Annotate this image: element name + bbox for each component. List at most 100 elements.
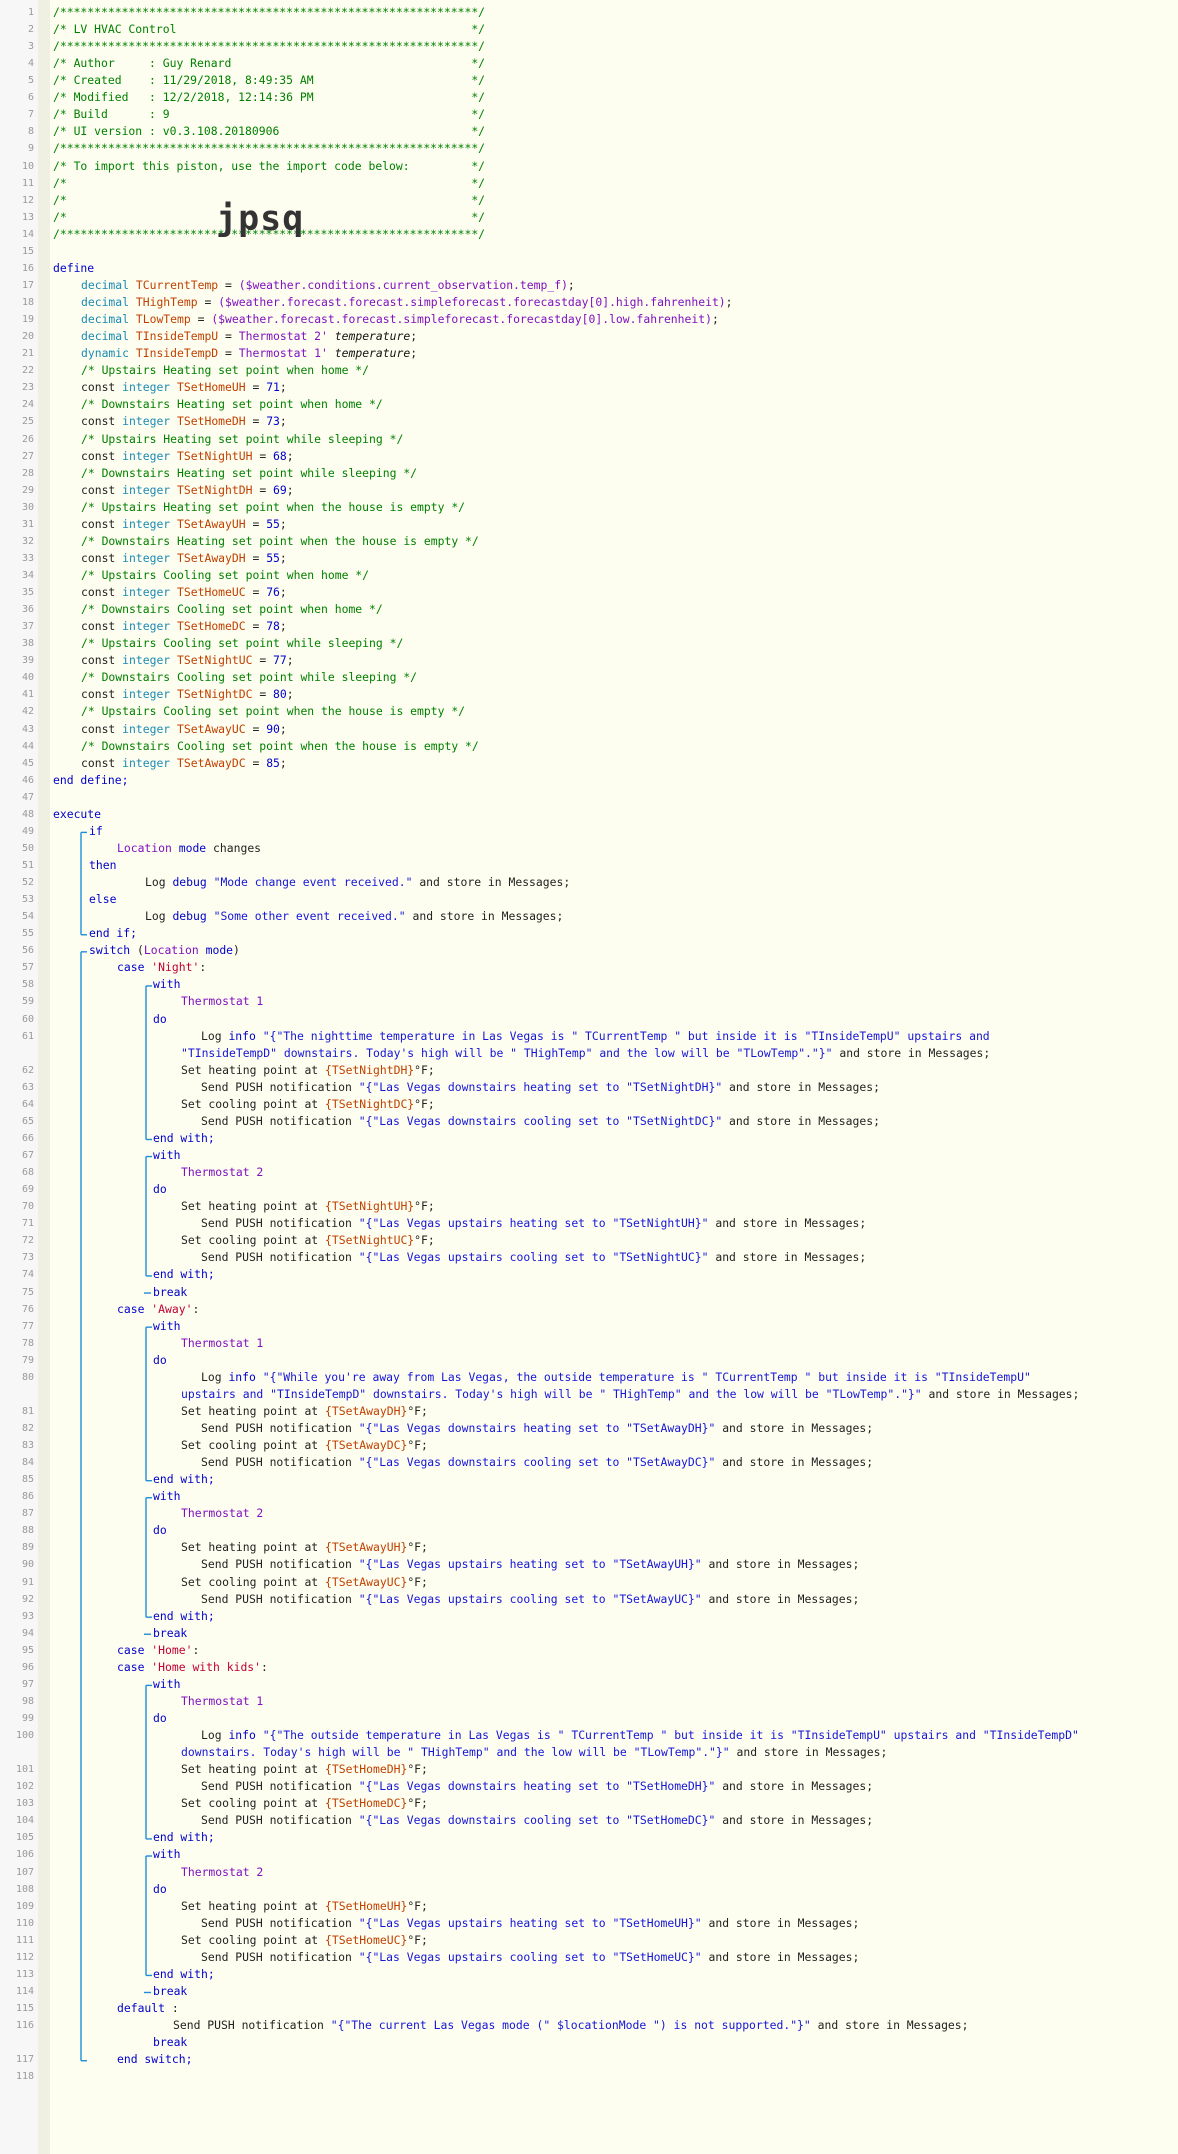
token: = — [252, 653, 274, 668]
line-number: 57 — [21, 962, 34, 974]
code-text: Thermostat 1 — [181, 1336, 263, 1350]
token: TSetNightDC — [177, 687, 253, 702]
token: Set cooling point at — [181, 1233, 326, 1248]
line-number: 87 — [21, 1508, 34, 1520]
line-number: 52 — [21, 877, 34, 889]
code-line: 1 /**************************************… — [0, 5, 1178, 22]
token: temperature — [327, 346, 411, 361]
code-line: 76 case 'Away': — [0, 1302, 1178, 1319]
token: ; — [567, 277, 575, 292]
token: integer — [122, 653, 178, 668]
token: "{"Las Vegas upstairs heating set to "TS… — [358, 1216, 709, 1231]
token: Send PUSH notification — [201, 1915, 359, 1930]
token: info — [228, 1728, 256, 1743]
token: 80 — [273, 687, 287, 702]
token: const — [81, 653, 123, 668]
code-line: 6 /* Modified : 12/2/2018, 12:14:36 PM */ — [0, 90, 1178, 107]
code-line: 72 Set cooling point at {TSetNightUC}°F; — [0, 1233, 1178, 1250]
token: {TSetHomeDH} — [325, 1762, 408, 1777]
import-code-text[interactable]: jpsq — [216, 199, 304, 239]
token: ; — [279, 585, 287, 600]
token: 'Away' — [151, 1301, 193, 1316]
code-text: case 'Home': — [117, 1643, 199, 1657]
code-line: 48 execute — [0, 807, 1178, 824]
line-number: 5 — [27, 75, 34, 87]
token: const — [81, 687, 123, 702]
code-line: 115 default : — [0, 2001, 1178, 2018]
code-text: Set heating point at {TSetAwayDH}°F; — [181, 1404, 428, 1418]
token: = — [218, 277, 239, 292]
token: °F; — [407, 1796, 428, 1811]
token: integer — [122, 448, 178, 463]
line-number: 110 — [15, 1917, 34, 1929]
token: Thermostat 1 — [181, 1335, 264, 1350]
token: break — [153, 1983, 188, 1998]
token: dynamic — [81, 346, 136, 361]
code-text: const integer TSetNightDC = 80; — [81, 687, 294, 701]
token: do — [153, 1711, 167, 1725]
line-number: 21 — [21, 348, 34, 360]
code-text: with — [153, 1489, 180, 1503]
code-line: 8 /* UI version : v0.3.108.20180906 */ — [0, 124, 1178, 141]
token: and store in Messages; — [405, 909, 564, 924]
code-line: break — [0, 2035, 1178, 2052]
code-line: 39 const integer TSetNightUC = 77; — [0, 653, 1178, 670]
line-number: 24 — [21, 399, 34, 411]
code-line: 91 Set cooling point at {TSetAwayUC}°F; — [0, 1575, 1178, 1592]
code-line: 97 with — [0, 1677, 1178, 1694]
token: = — [252, 482, 274, 497]
line-number: 35 — [21, 587, 34, 599]
line-number: 13 — [21, 211, 34, 223]
token: = — [197, 295, 219, 310]
line-number: 69 — [21, 1184, 34, 1196]
line-number: 79 — [21, 1354, 34, 1366]
line-number: 74 — [21, 1269, 34, 1281]
line-number: 17 — [21, 279, 34, 291]
token: Log — [201, 1028, 229, 1043]
code-line: 92 Send PUSH notification "{"Las Vegas up… — [0, 1592, 1178, 1609]
token: ; — [279, 550, 287, 565]
token: with — [153, 1847, 181, 1862]
token: TSetNightUC — [177, 653, 253, 668]
line-number: 88 — [21, 1525, 34, 1537]
token: /* Upstairs Cooling set point when home … — [81, 567, 370, 582]
code-text: Set cooling point at {TSetAwayDC}°F; — [181, 1438, 428, 1452]
token: "{"The outside temperature in Las Vegas … — [262, 1728, 1079, 1743]
token: Set heating point at — [181, 1403, 326, 1418]
token: °F; — [407, 1403, 428, 1418]
code-text: Set cooling point at {TSetHomeUC}°F; — [181, 1933, 428, 1947]
code-text: with — [153, 1847, 180, 1861]
token: = — [245, 516, 267, 531]
token: integer — [122, 585, 178, 600]
token: Set cooling point at — [181, 1796, 326, 1811]
code-line: 50 Location mode changes — [0, 841, 1178, 858]
token: do — [153, 1352, 167, 1367]
token: TInsideTempU — [135, 329, 219, 344]
token: "Mode change event received." — [213, 875, 413, 890]
token: Send PUSH notification — [201, 1455, 359, 1470]
token: and store in Messages; — [715, 1420, 874, 1435]
code-text: /***************************************… — [53, 5, 485, 19]
line-number: 75 — [21, 1286, 34, 1298]
code-text: /* Upstairs Heating set point while slee… — [81, 432, 403, 446]
code-text: const integer TSetNightUH = 68; — [81, 449, 294, 463]
line-number: 85 — [21, 1474, 34, 1486]
line-number: 94 — [21, 1627, 34, 1639]
token: /* Downstairs Heating set point when hom… — [81, 397, 383, 412]
code-text: case 'Away': — [117, 1302, 199, 1316]
code-line: 54 Log debug "Some other event received."… — [0, 909, 1178, 926]
token: ; — [279, 380, 287, 395]
token: Send PUSH notification — [201, 1591, 359, 1606]
code-text: const integer TSetHomeDC = 78; — [81, 619, 287, 633]
token: °F; — [414, 1096, 435, 1111]
token: /***************************************… — [53, 5, 486, 19]
token: integer — [122, 755, 178, 770]
code-line: 107 Thermostat 2 — [0, 1865, 1178, 1882]
code-text: with — [153, 977, 180, 991]
line-number: 37 — [21, 621, 34, 633]
token: if — [89, 823, 103, 838]
code-text: decimal THighTemp = ($weather.forecast.f… — [81, 295, 733, 309]
line-number: 15 — [21, 245, 34, 257]
token: /* Downstairs Cooling set point when hom… — [81, 602, 383, 617]
